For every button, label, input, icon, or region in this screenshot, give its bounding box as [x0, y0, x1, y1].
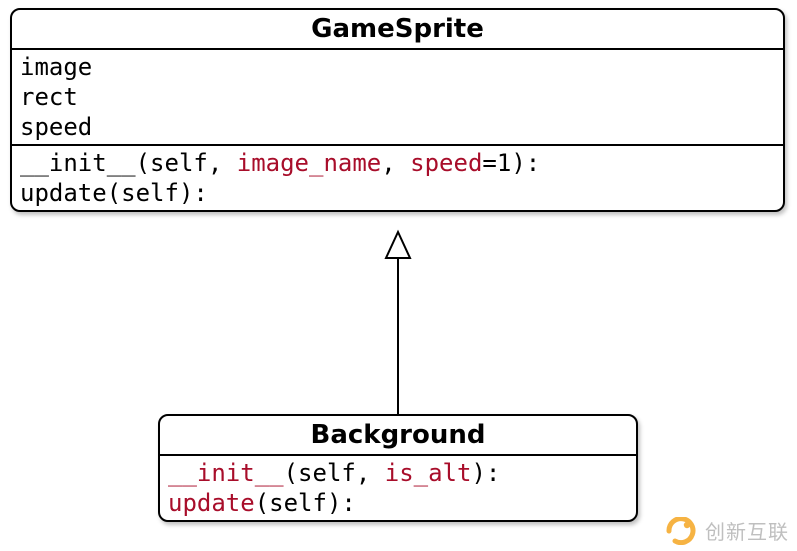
method-param: self [298, 459, 356, 487]
method-name: update [168, 489, 255, 517]
method-row: update(self): [168, 488, 628, 518]
method-row: __init__(self, image_name, speed=1): [20, 148, 775, 178]
attr-row: image [20, 52, 775, 82]
class-methods: __init__(self, is_alt): update(self): [160, 454, 636, 520]
method-name: __init__ [20, 149, 136, 177]
method-param: speed [410, 149, 482, 177]
method-param: is_alt [385, 459, 472, 487]
watermark-logo-icon [665, 517, 699, 545]
class-methods: __init__(self, image_name, speed=1): upd… [12, 144, 783, 210]
attr-row: speed [20, 112, 775, 142]
class-attributes: image rect speed [12, 48, 783, 144]
class-box-gamesprite: GameSprite image rect speed __init__(sel… [10, 8, 785, 212]
attr-row: rect [20, 82, 775, 112]
class-title: GameSprite [12, 10, 783, 48]
method-param: self [269, 489, 327, 517]
method-row: update(self): [20, 178, 775, 208]
class-box-background: Background __init__(self, is_alt): updat… [158, 414, 638, 522]
method-name: update [20, 179, 107, 207]
method-param: self [121, 179, 179, 207]
method-param: image_name [237, 149, 382, 177]
method-param: self [150, 149, 208, 177]
watermark-text: 创新互联 [705, 516, 789, 545]
method-name: __init__ [168, 459, 284, 487]
method-param-default: 1 [497, 149, 511, 177]
watermark: 创新互联 [665, 516, 789, 545]
method-row: __init__(self, is_alt): [168, 458, 628, 488]
class-title: Background [160, 416, 636, 454]
